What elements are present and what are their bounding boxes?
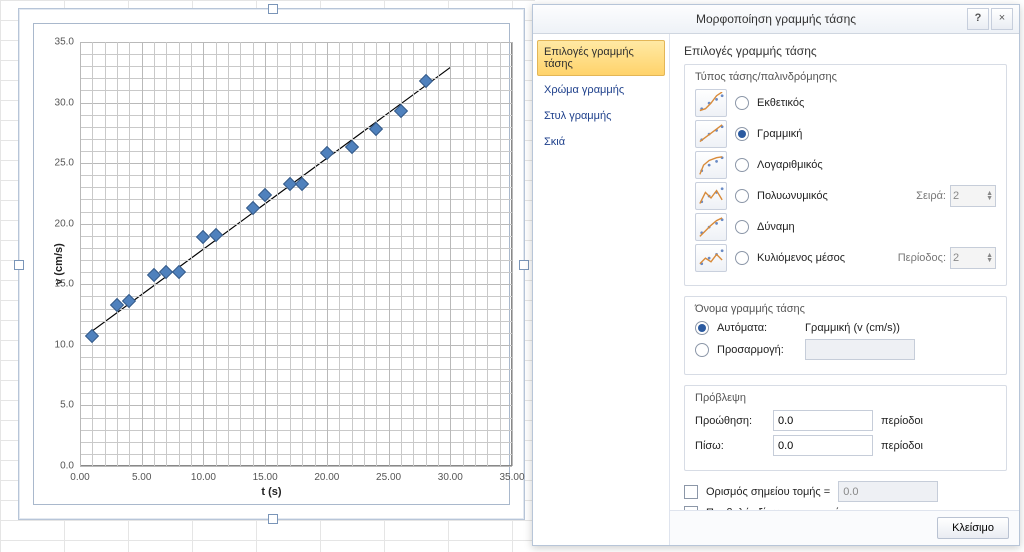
name-custom-radio[interactable] — [695, 343, 709, 357]
forecast-bwd-label: Πίσω: — [695, 440, 765, 452]
trend-type-movavg-extra-label: Περίοδος: — [898, 252, 946, 264]
forecast-group: Πρόβλεψη Προώθηση: περίοδοι Πίσω: περίοδ… — [684, 385, 1007, 471]
y-tick: 5.0 — [60, 400, 80, 411]
trend-type-linear-label: Γραμμική — [757, 128, 802, 140]
trend-type-linear-icon — [695, 120, 727, 148]
trend-type-linear: Γραμμική — [695, 120, 996, 148]
resize-handle-e[interactable] — [519, 260, 529, 270]
help-button[interactable]: ? — [967, 8, 989, 30]
x-tick: 20.00 — [314, 466, 339, 483]
resize-handle-w[interactable] — [14, 260, 24, 270]
trend-type-log-icon — [695, 151, 727, 179]
x-tick: 30.00 — [438, 466, 463, 483]
trend-type-power-label: Δύναμη — [757, 221, 795, 233]
trend-type-movavg-radio[interactable] — [735, 251, 749, 265]
name-auto-value: Γραμμική (v (cm/s)) — [805, 322, 900, 334]
chart-object[interactable]: v (cm/s) 0.05.010.015.020.025.030.035.00… — [18, 8, 525, 520]
trend-type-poly-icon — [695, 182, 727, 210]
dialog-pane: Επιλογές γραμμής τάσης Τύπος τάσης/παλιν… — [670, 34, 1019, 545]
trend-type-linear-radio[interactable] — [735, 127, 749, 141]
y-tick: 20.0 — [55, 218, 80, 229]
trend-type-exponential-icon — [695, 89, 727, 117]
set-intercept-label: Ορισμός σημείου τομής = — [706, 486, 830, 498]
axis-title-x[interactable]: t (s) — [34, 486, 509, 498]
dialog-title: Μορφοποίηση γραμμής τάσης — [696, 12, 856, 26]
nav-item-3[interactable]: Σκιά — [537, 130, 665, 154]
name-auto-radio[interactable] — [695, 321, 709, 335]
nav-item-2[interactable]: Στυλ γραμμής — [537, 104, 665, 128]
dialog-nav: Επιλογές γραμμής τάσηςΧρώμα γραμμήςΣτυλ … — [533, 34, 670, 545]
pane-title: Επιλογές γραμμής τάσης — [684, 44, 1007, 58]
name-custom-input[interactable] — [805, 339, 915, 360]
trend-type-power-icon — [695, 213, 727, 241]
y-tick: 25.0 — [55, 158, 80, 169]
resize-handle-s[interactable] — [268, 514, 278, 524]
nav-item-0[interactable]: Επιλογές γραμμής τάσης — [537, 40, 665, 76]
y-tick: 10.0 — [55, 339, 80, 350]
trend-type-movavg: Κυλιόμενος μέσος Περίοδος: 2▲▼ — [695, 244, 996, 272]
trend-name-group-title: Όνομα γραμμής τάσης — [695, 303, 996, 315]
resize-handle-n[interactable] — [268, 4, 278, 14]
forecast-group-title: Πρόβλεψη — [695, 392, 996, 404]
trend-type-log-radio[interactable] — [735, 158, 749, 172]
y-tick: 30.0 — [55, 97, 80, 108]
chart-area[interactable]: v (cm/s) 0.05.010.015.020.025.030.035.00… — [33, 23, 510, 505]
intercept-input[interactable] — [838, 481, 938, 502]
y-tick: 15.0 — [55, 279, 80, 290]
forecast-bwd-unit: περίοδοι — [881, 440, 923, 452]
trend-type-movavg-spinner: 2▲▼ — [950, 247, 996, 269]
forecast-fwd-input[interactable] — [773, 410, 873, 431]
forecast-fwd-label: Προώθηση: — [695, 415, 765, 427]
trend-type-log: Λογαριθμικός — [695, 151, 996, 179]
plot-area[interactable]: 0.05.010.015.020.025.030.035.00.005.0010… — [80, 42, 512, 466]
trend-type-poly: Πολυωνυμικός Σειρά: 2▲▼ — [695, 182, 996, 210]
trend-type-poly-spinner: 2▲▼ — [950, 185, 996, 207]
name-custom-label: Προσαρμογή: — [717, 344, 797, 356]
x-tick: 10.00 — [191, 466, 216, 483]
trend-type-movavg-label: Κυλιόμενος μέσος — [757, 252, 845, 264]
trend-type-exponential-label: Εκθετικός — [757, 97, 804, 109]
trend-type-exponential-radio[interactable] — [735, 96, 749, 110]
set-intercept-checkbox[interactable] — [684, 485, 698, 499]
x-tick: 5.00 — [132, 466, 151, 483]
trend-name-group: Όνομα γραμμής τάσης Αυτόματα: Γραμμική (… — [684, 296, 1007, 375]
trend-type-power-radio[interactable] — [735, 220, 749, 234]
forecast-bwd-input[interactable] — [773, 435, 873, 456]
trend-type-movavg-icon — [695, 244, 727, 272]
close-dialog-button[interactable]: Κλείσιμο — [937, 517, 1009, 539]
forecast-fwd-unit: περίοδοι — [881, 415, 923, 427]
trend-type-poly-label: Πολυωνυμικός — [757, 190, 828, 202]
x-tick: 0.00 — [70, 466, 89, 483]
x-tick: 25.00 — [376, 466, 401, 483]
nav-item-1[interactable]: Χρώμα γραμμής — [537, 78, 665, 102]
trend-type-power: Δύναμη — [695, 213, 996, 241]
x-tick: 35.00 — [499, 466, 524, 483]
trend-type-group-title: Τύπος τάσης/παλινδρόμησης — [695, 71, 996, 83]
format-trendline-dialog: Μορφοποίηση γραμμής τάσης ? × Επιλογές γ… — [532, 4, 1020, 546]
close-button[interactable]: × — [991, 8, 1013, 30]
x-tick: 15.00 — [253, 466, 278, 483]
trend-type-poly-radio[interactable] — [735, 189, 749, 203]
y-tick: 35.0 — [55, 37, 80, 48]
trend-type-group: Τύπος τάσης/παλινδρόμησης Εκθετικός Γραμμ… — [684, 64, 1007, 286]
dialog-titlebar[interactable]: Μορφοποίηση γραμμής τάσης ? × — [533, 5, 1019, 34]
trend-type-log-label: Λογαριθμικός — [757, 159, 823, 171]
trend-type-exponential: Εκθετικός — [695, 89, 996, 117]
name-auto-label: Αυτόματα: — [717, 322, 797, 334]
trend-type-poly-extra-label: Σειρά: — [916, 190, 946, 202]
